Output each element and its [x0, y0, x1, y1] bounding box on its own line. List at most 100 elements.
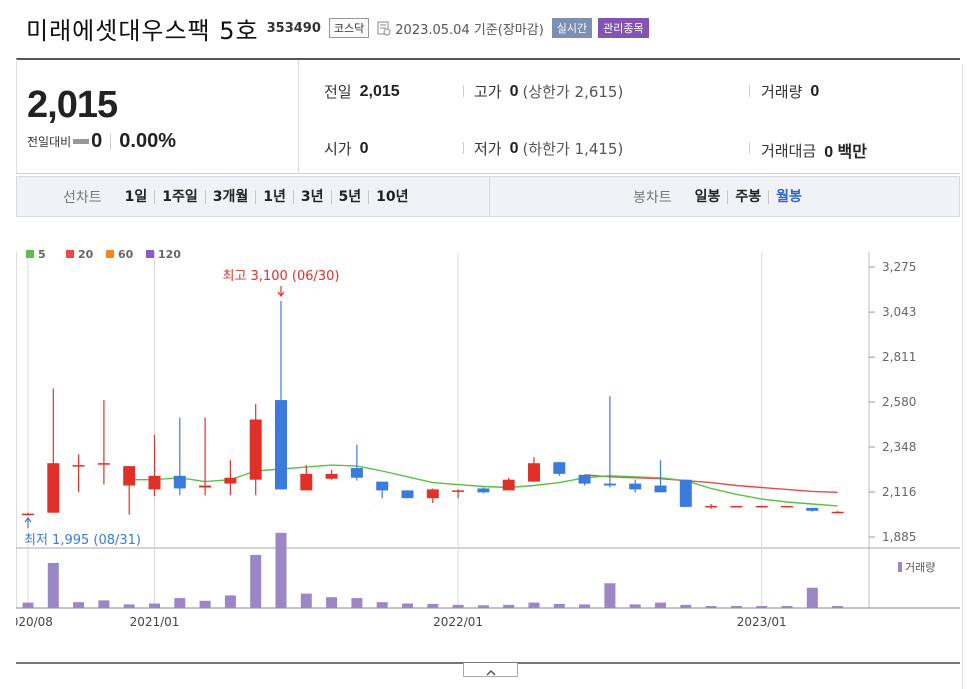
- legend-label: 5: [38, 248, 46, 261]
- volume-bar: [579, 604, 591, 608]
- legend-swatch: [66, 250, 74, 258]
- chevron-up-icon: [485, 669, 496, 676]
- current-price-box: 2,015 전일대비 0 0.00%: [17, 60, 299, 174]
- volume-bar: [300, 593, 312, 608]
- stat-divider: [463, 142, 464, 154]
- candle-body: [97, 463, 110, 465]
- volume-legend-label: 거래량: [905, 561, 935, 574]
- candle-body: [47, 463, 60, 513]
- volume-bar: [326, 597, 338, 608]
- stat-upper-limit: (상한가 2,615): [522, 83, 624, 101]
- volume-bar: [553, 603, 565, 608]
- candle-body: [603, 483, 616, 486]
- chart-period-bar: 선차트 1일 1주일 3개월 1년 3년 5년 10년 봉차트 일봉 주봉 월봉: [16, 176, 960, 217]
- stock-name: 미래에셋대우스팩 5호: [26, 16, 259, 45]
- candlestick-chart: 3,275 3,043 2,811 2,580 2,348 2,116 1,885 2020/…: [3, 240, 960, 664]
- stat-divider: [749, 142, 750, 154]
- candle-weekly[interactable]: 주봉: [727, 189, 768, 204]
- volume-bar: [275, 532, 287, 608]
- legend-swatch: [106, 250, 114, 258]
- candle-daily[interactable]: 일봉: [688, 190, 728, 204]
- stat-prev-value: 2,015: [359, 82, 400, 100]
- volume-bar: [47, 563, 59, 608]
- volume-bar: [806, 587, 818, 608]
- candle-body: [654, 485, 667, 493]
- volume-bar: [402, 603, 413, 608]
- volume-bar: [351, 598, 363, 608]
- period-1w[interactable]: 1주일: [154, 189, 205, 204]
- y-tick-label: 2,811: [882, 350, 916, 364]
- volume-bar: [123, 604, 135, 608]
- realtime-button[interactable]: 실시간: [551, 18, 593, 38]
- change-label: 전일대비: [27, 135, 72, 149]
- right-panel-edge: [962, 64, 976, 689]
- period-1y[interactable]: 1년: [255, 189, 293, 204]
- period-3m[interactable]: 3개월: [204, 189, 256, 204]
- collapse-chart-button[interactable]: [463, 663, 518, 677]
- volume-bar: [452, 604, 464, 608]
- candle-body: [275, 400, 287, 490]
- legend-label: 120: [158, 248, 181, 261]
- change-rate: 0.00%: [119, 130, 177, 152]
- candle-body: [730, 505, 743, 508]
- candle-body: [806, 507, 819, 511]
- y-tick-label: 2,348: [882, 440, 916, 454]
- volume-bar: [730, 606, 742, 608]
- volume-bar: [427, 603, 439, 608]
- price-change-row: 전일대비 0 0.00%: [27, 130, 176, 153]
- y-tick-label: 1,885: [882, 530, 916, 544]
- calendar-icon: [377, 20, 391, 36]
- candle-body: [426, 489, 439, 499]
- candle-body: [123, 466, 136, 486]
- base-date: 2023.05.04 기준(장마감): [395, 22, 544, 38]
- candle-body: [553, 462, 566, 474]
- x-tick-label: 2021/01: [130, 615, 180, 629]
- volume-bar: [629, 604, 641, 608]
- x-tick-label: 2022/01: [433, 615, 483, 629]
- candle-body: [224, 477, 237, 484]
- candle-body: [401, 490, 414, 499]
- candle-body: [300, 473, 313, 491]
- volume-bar: [250, 554, 262, 608]
- volume-bar: [832, 606, 844, 608]
- period-1d[interactable]: 1일: [118, 190, 155, 204]
- volume-bar: [98, 600, 110, 608]
- stat-open: 시가 0: [324, 138, 369, 159]
- candle-body: [705, 505, 718, 508]
- candle-body: [502, 479, 515, 491]
- volume-bar: [149, 603, 160, 608]
- high-arrow-icon: [277, 286, 285, 297]
- candle-body: [477, 488, 490, 493]
- candle-body: [199, 485, 212, 488]
- legend-swatch: [146, 250, 154, 258]
- stat-prev: 전일 2,015: [324, 81, 400, 102]
- low-annotation: 최저 1,995 (08/31): [24, 533, 141, 548]
- volume-bar: [376, 602, 388, 608]
- stock-code: 353490: [266, 20, 321, 36]
- volume-bar: [528, 602, 540, 608]
- candle-monthly[interactable]: 월봉: [768, 189, 809, 204]
- volume-bar: [224, 595, 236, 608]
- line-chart-periods: 선차트 1일 1주일 3개월 1년 3년 5년 10년: [63, 177, 416, 216]
- candle-body: [72, 465, 85, 467]
- candle-body: [325, 473, 338, 479]
- period-bar-divider: [489, 177, 490, 216]
- candle-body: [831, 511, 844, 514]
- volume-bar: [705, 606, 717, 608]
- volume-bar: [73, 602, 85, 608]
- high-annotation: 최고 3,100 (06/30): [222, 269, 339, 284]
- price-info-panel: 2,015 전일대비 0 0.00% 전일 2,015 고가 0 (상한가 2,…: [16, 58, 960, 174]
- volume-bar: [503, 604, 515, 608]
- y-tick-label: 3,043: [882, 305, 916, 319]
- volume-bar: [604, 583, 616, 608]
- period-5y[interactable]: 5년: [330, 189, 369, 204]
- managed-stock-badge: 관리종목: [598, 18, 649, 38]
- legend-swatch: [26, 250, 34, 258]
- period-10y[interactable]: 10년: [368, 189, 415, 204]
- x-tick-label: 2020/08: [16, 615, 53, 629]
- stat-volume: 거래량 0: [761, 81, 819, 102]
- current-price: 2,015: [27, 84, 118, 126]
- stock-page: 미래에셋대우스팩 5호 353490 코스닥 2023.05.04 기준(장마감…: [0, 0, 976, 689]
- period-3y[interactable]: 3년: [292, 189, 331, 204]
- stat-lower-limit: (하한가 1,415): [522, 140, 624, 158]
